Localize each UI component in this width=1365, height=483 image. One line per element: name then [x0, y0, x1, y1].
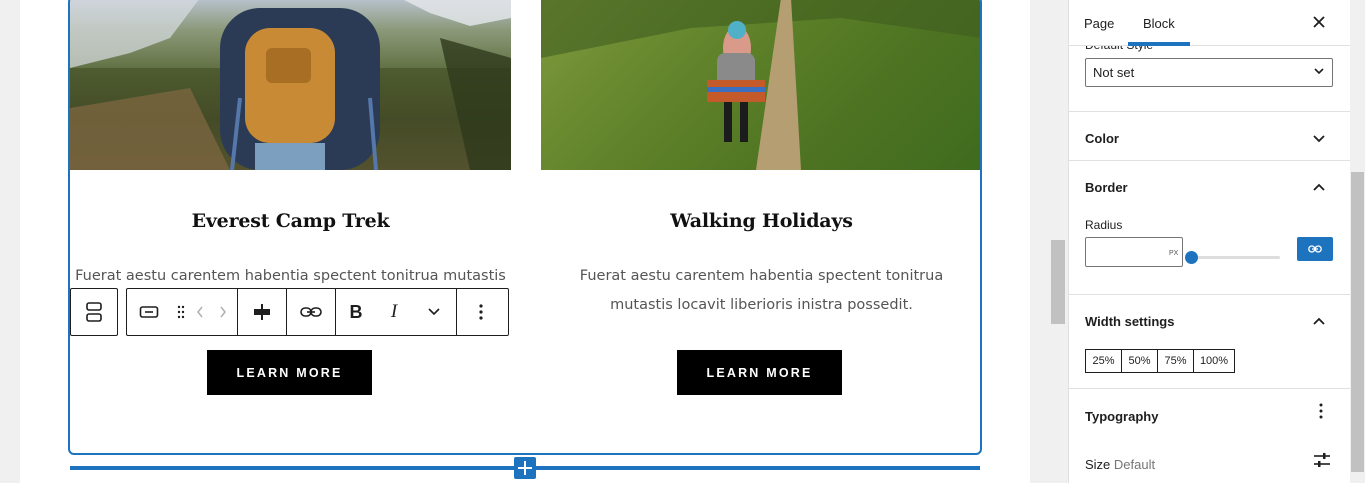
chevron-up-icon[interactable]: [1313, 180, 1325, 194]
button-block-icon: [139, 306, 159, 318]
link-group: [287, 289, 336, 335]
typography-options-icon[interactable]: [1319, 403, 1323, 424]
width-settings-panel: Width settings: [1069, 294, 1351, 389]
width-25-button[interactable]: 25%: [1085, 349, 1121, 373]
card-title: Walking Holidays: [670, 210, 853, 232]
sidebar-tabs: Page Block: [1069, 0, 1351, 46]
radius-input[interactable]: PX: [1085, 237, 1183, 267]
canvas-scrollbar[interactable]: [1030, 0, 1068, 483]
width-75-button[interactable]: 75%: [1157, 349, 1193, 373]
radius-unit: PX: [1169, 250, 1179, 257]
walking-holidays-image[interactable]: [541, 0, 980, 170]
canvas-scrollbar-thumb[interactable]: [1051, 240, 1065, 324]
color-panel[interactable]: Color: [1069, 111, 1351, 161]
radius-label: Radius: [1085, 218, 1123, 232]
active-tab-indicator: [1128, 42, 1190, 46]
font-size-label: Size Default: [1085, 457, 1155, 472]
add-block-button[interactable]: [514, 457, 536, 479]
block-tools-group: [127, 289, 238, 335]
width-options: 25% 50% 75% 100%: [1085, 349, 1235, 373]
radius-slider-track[interactable]: [1190, 256, 1280, 259]
align-group: [238, 289, 287, 335]
width-50-button[interactable]: 50%: [1121, 349, 1157, 373]
options-group: [457, 289, 505, 335]
width-100-button[interactable]: 100%: [1193, 349, 1235, 373]
columns-block[interactable]: Everest Camp Trek Walking Holidays Fuera…: [68, 0, 982, 455]
settings-sidebar: Page Block Default Style Not set Color B…: [1068, 0, 1351, 483]
more-formats-icon[interactable]: [412, 289, 456, 335]
parent-block-icon: [86, 302, 102, 322]
typography-panel-title: Typography: [1085, 409, 1159, 424]
everest-trek-image[interactable]: [70, 0, 511, 171]
chevron-down-icon: [1314, 65, 1324, 77]
plus-icon: [518, 461, 532, 475]
width-settings-title[interactable]: Width settings: [1085, 314, 1174, 329]
sidebar-scrollbar[interactable]: [1350, 0, 1365, 483]
link-icon[interactable]: [287, 289, 335, 335]
close-icon[interactable]: [1313, 12, 1325, 33]
select-parent-button[interactable]: [70, 288, 118, 336]
sidebar-scrollbar-thumb[interactable]: [1351, 172, 1364, 472]
card-title: Everest Camp Trek: [191, 210, 390, 232]
card-text[interactable]: Fuerat aestu carentem habentia spectent …: [70, 262, 511, 291]
link-icon: [1308, 245, 1322, 253]
size-label-text: Size: [1085, 457, 1111, 472]
justify-icon[interactable]: [238, 289, 286, 335]
move-left-icon[interactable]: [191, 289, 209, 335]
move-right-icon[interactable]: [209, 289, 237, 335]
default-style-value: Not set: [1093, 65, 1135, 80]
card-text[interactable]: Fuerat aestu carentem habentia spectent …: [541, 262, 980, 320]
default-style-select[interactable]: Not set: [1085, 58, 1333, 87]
size-value: Default: [1113, 457, 1156, 472]
block-type-button[interactable]: [127, 289, 171, 335]
block-toolbar: B I: [126, 288, 509, 336]
italic-button[interactable]: I: [376, 289, 412, 335]
radius-slider-thumb[interactable]: [1185, 251, 1198, 264]
custom-size-icon[interactable]: [1313, 452, 1331, 472]
border-panel-title[interactable]: Border: [1085, 180, 1128, 195]
tab-block[interactable]: Block: [1143, 16, 1175, 31]
drag-handle-icon[interactable]: [171, 289, 191, 335]
chevron-up-icon[interactable]: [1313, 314, 1325, 328]
learn-more-button[interactable]: LEARN MORE: [207, 350, 372, 395]
tab-page[interactable]: Page: [1084, 16, 1114, 31]
format-group: B I: [336, 289, 457, 335]
color-panel-title: Color: [1085, 131, 1119, 146]
bold-button[interactable]: B: [336, 289, 376, 335]
link-radius-button[interactable]: [1297, 237, 1333, 261]
options-menu-icon[interactable]: [457, 289, 505, 335]
learn-more-button[interactable]: LEARN MORE: [677, 350, 842, 395]
chevron-down-icon[interactable]: [1313, 132, 1325, 146]
